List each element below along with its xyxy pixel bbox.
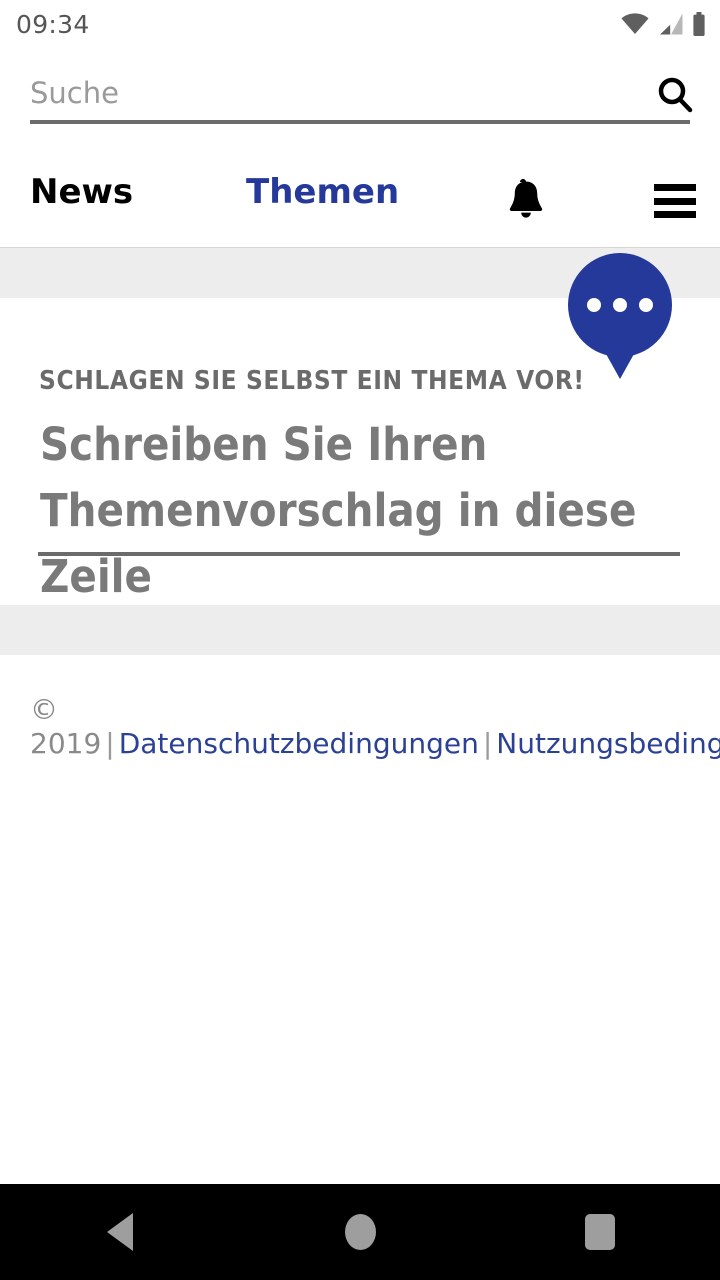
nav-item-themen[interactable]: Themen [246,172,399,212]
main-nav-bar: News Themen [0,140,720,248]
section-divider-band-bottom [0,605,720,655]
cellular-signal-icon [658,13,683,35]
notification-bell-icon[interactable] [503,178,549,224]
recents-button[interactable] [540,1184,660,1280]
footer-link-terms[interactable]: Nutzungsbedingungen [496,727,720,760]
app-screen: 09:34 Suche News Themen SCHLAGEN SIE SEL… [0,0,720,1280]
battery-icon [692,12,706,36]
hamburger-menu-icon[interactable] [654,184,696,218]
android-navigation-bar [0,1184,720,1280]
topic-suggestion-card[interactable]: SCHLAGEN SIE SELBST EIN THEMA VOR! Schre… [0,253,720,605]
footer-copyright: © 2019 [30,693,102,760]
nav-item-news[interactable]: News [30,172,133,212]
home-button[interactable] [300,1184,420,1280]
speech-bubble-ellipsis-icon[interactable] [568,253,672,357]
search-icon[interactable] [652,72,698,118]
suggestion-headline: Schreiben Sie Ihren Themenvorschlag in d… [40,418,637,603]
wifi-icon [621,13,649,35]
status-bar: 09:34 [0,0,720,48]
search-input[interactable] [30,70,630,116]
search-underline [30,120,690,124]
bubble-dots [568,253,672,357]
footer-separator-2: | [482,727,493,760]
back-button[interactable] [60,1184,180,1280]
footer-link-privacy[interactable]: Datenschutzbedingungen [119,727,479,760]
suggestion-kicker: SCHLAGEN SIE SELBST EIN THEMA VOR! [39,366,585,396]
status-bar-clock: 09:34 [16,9,90,39]
footer-separator-1: | [105,727,115,760]
recents-square-icon [585,1214,615,1250]
home-circle-icon [344,1214,376,1250]
suggestion-underline [38,552,680,556]
status-bar-icons [621,12,706,36]
back-triangle-icon [107,1213,133,1251]
footer: © 2019 | Datenschutzbedingungen | Nutzungsbe… [0,655,720,761]
